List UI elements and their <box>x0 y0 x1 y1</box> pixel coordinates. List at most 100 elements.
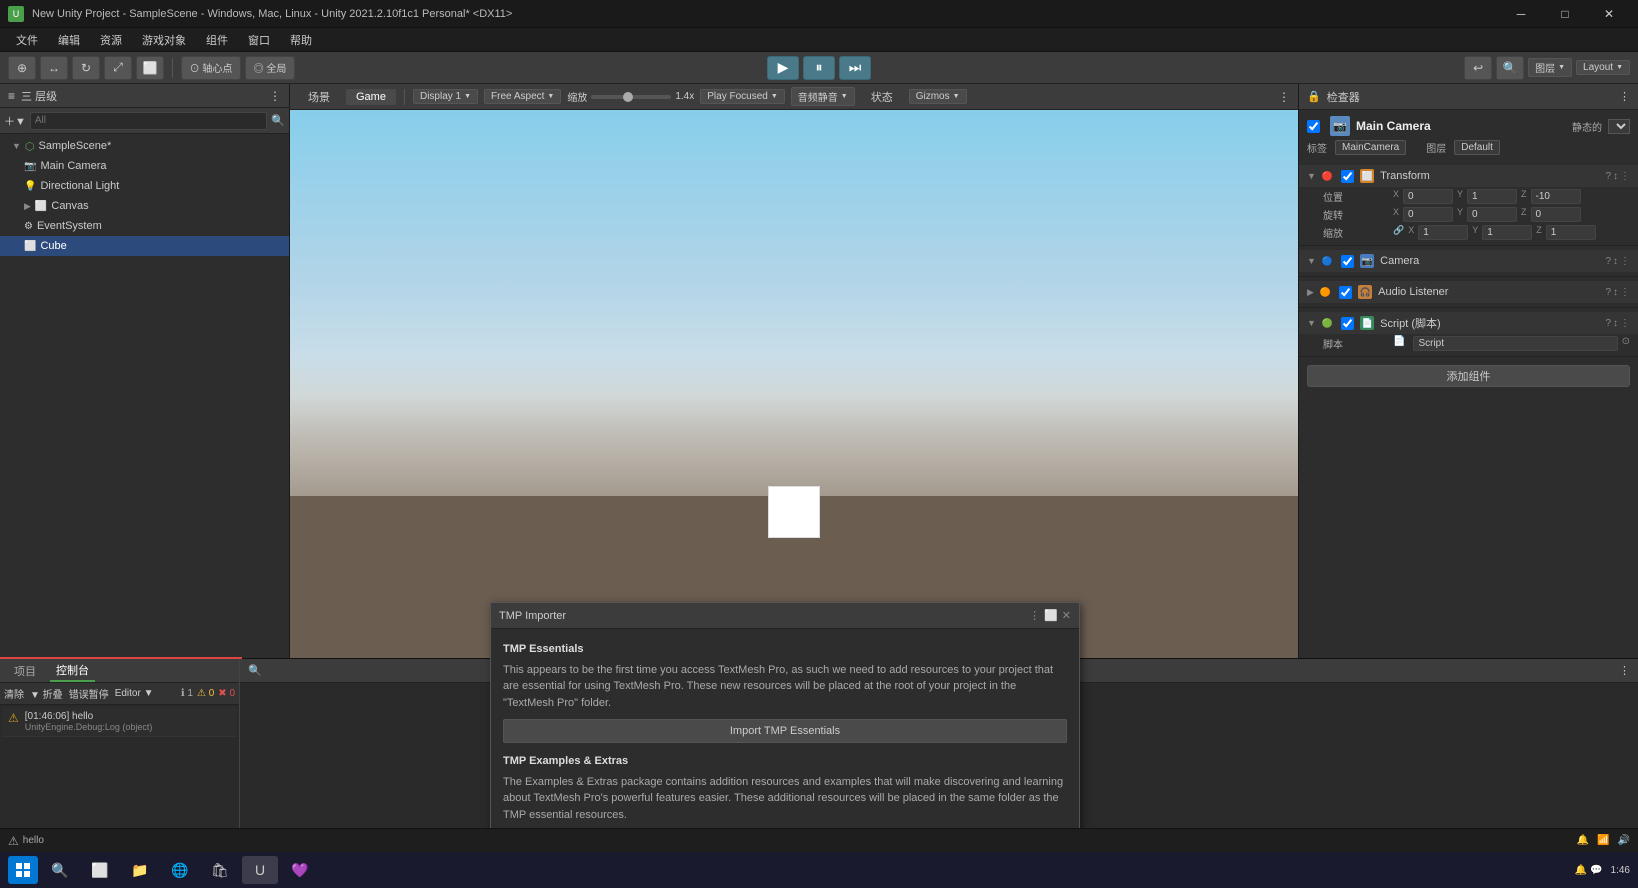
tool-rotate[interactable]: ↻ <box>72 56 100 80</box>
camera-header[interactable]: ▼ 🔵 📷 Camera ? ↕ ⋮ <box>1299 250 1638 272</box>
script-menu-icon[interactable]: ⋮ <box>1620 318 1630 329</box>
pos-x[interactable]: 0 <box>1403 189 1453 204</box>
rot-z[interactable]: 0 <box>1531 207 1581 222</box>
hier-cube[interactable]: ⬜ Cube <box>0 236 289 256</box>
add-component-button[interactable]: 添加组件 <box>1307 365 1630 387</box>
object-static-dropdown[interactable] <box>1608 119 1630 134</box>
scene-root[interactable]: ▼ ⬡ SampleScene* <box>0 136 289 156</box>
hier-eventsystem[interactable]: ⚙ EventSystem <box>0 216 289 236</box>
taskbar-unity[interactable]: U <box>242 856 278 884</box>
taskbar-taskview[interactable]: ⬜ <box>82 856 118 884</box>
layer-dropdown[interactable]: Default <box>1454 140 1500 155</box>
console-collapse-btn[interactable]: ▼ 折叠 <box>30 686 63 701</box>
tool-global[interactable]: ◎ 全局 <box>245 56 295 80</box>
minimize-button[interactable]: ─ <box>1500 0 1542 28</box>
pos-y[interactable]: 1 <box>1467 189 1517 204</box>
hierarchy-search-icon[interactable]: 🔍 <box>271 114 285 127</box>
menu-assets[interactable]: 资源 <box>92 30 130 50</box>
script-move-icon[interactable]: ↕ <box>1613 318 1618 329</box>
play-button[interactable]: ▶ <box>767 56 799 80</box>
menu-edit[interactable]: 编辑 <box>50 30 88 50</box>
audio-move-icon[interactable]: ↕ <box>1613 287 1618 298</box>
console-tab[interactable]: 控制台 <box>50 660 95 682</box>
gizmos-dropdown[interactable]: Gizmos <box>909 89 967 104</box>
audio-enable[interactable] <box>1339 286 1352 299</box>
inspector-lock-icon[interactable]: 🔒 <box>1307 90 1321 103</box>
camera-move-icon[interactable]: ↕ <box>1613 256 1618 267</box>
audio-listener-header[interactable]: ▶ 🟠 🎧 Audio Listener ? ↕ ⋮ <box>1299 281 1638 303</box>
taskbar-explorer[interactable]: 📁 <box>122 856 158 884</box>
transform-menu-icon[interactable]: ⋮ <box>1620 171 1630 182</box>
scale-z[interactable]: 1 <box>1546 225 1596 240</box>
console-log-item[interactable]: ⚠ [01:46:06] hello UnityEngine.Debug:Log… <box>2 707 237 737</box>
transform-help-icon[interactable]: ? <box>1605 171 1611 182</box>
tool-move[interactable]: ⊕ <box>8 56 36 80</box>
script-value[interactable]: Script <box>1413 336 1617 351</box>
taskbar-icon3[interactable]: 🔊 <box>1618 835 1630 846</box>
menu-file[interactable]: 文件 <box>8 30 46 50</box>
console-clear-btn[interactable]: 清除 <box>4 686 24 701</box>
transform-header[interactable]: ▼ 🔴 ⬜ Transform ? ↕ ⋮ <box>1299 165 1638 187</box>
project-tab[interactable]: 项目 <box>8 661 42 681</box>
taskbar-icon2[interactable]: 📶 <box>1597 835 1609 846</box>
scale-slider[interactable] <box>591 95 671 99</box>
game-tab[interactable]: Game <box>346 89 396 105</box>
undo-button[interactable]: ↩ <box>1464 56 1492 80</box>
inspector-active-checkbox[interactable] <box>1307 120 1320 133</box>
camera-menu-icon[interactable]: ⋮ <box>1620 256 1630 267</box>
aspect-dropdown[interactable]: Free Aspect <box>484 89 561 104</box>
search-button[interactable]: 🔍 <box>1496 56 1524 80</box>
start-button[interactable] <box>8 856 38 884</box>
transform-enable[interactable] <box>1341 170 1354 183</box>
game-view-menu[interactable]: ⋮ <box>1278 90 1290 104</box>
scale-x[interactable]: 1 <box>1418 225 1468 240</box>
audio-menu-icon[interactable]: ⋮ <box>1620 287 1630 298</box>
camera-enable[interactable] <box>1341 255 1354 268</box>
project-search-icon[interactable]: 🔍 <box>248 664 262 677</box>
step-button[interactable]: ⏭ <box>839 56 871 80</box>
import-essentials-button[interactable]: Import TMP Essentials <box>503 719 1067 743</box>
tmp-dialog-popout-icon[interactable]: ⬜ <box>1044 609 1058 622</box>
console-editor-dropdown[interactable]: Editor ▼ <box>115 688 154 699</box>
scale-y[interactable]: 1 <box>1482 225 1532 240</box>
menu-window[interactable]: 窗口 <box>240 30 278 50</box>
pos-z[interactable]: -10 <box>1531 189 1581 204</box>
close-button[interactable]: ✕ <box>1588 0 1630 28</box>
hierarchy-search[interactable] <box>30 112 267 130</box>
tmp-dialog-options-icon[interactable]: ⋮ <box>1029 609 1040 622</box>
hier-directional-light[interactable]: 💡 Directional Light <box>0 176 289 196</box>
pause-button[interactable]: ⏸ <box>803 56 835 80</box>
layers-dropdown[interactable]: 图层 <box>1528 58 1572 77</box>
hier-main-camera[interactable]: 📷 Main Camera <box>0 156 289 176</box>
menu-help[interactable]: 帮助 <box>282 30 320 50</box>
menu-component[interactable]: 组件 <box>198 30 236 50</box>
tool-pivot[interactable]: ⊙ 轴心点 <box>181 56 241 80</box>
console-pause-on-error-btn[interactable]: 错误暂停 <box>69 686 109 701</box>
tool-rect[interactable]: ⬜ <box>136 56 164 80</box>
audio-btn[interactable]: 音频静音 <box>791 87 855 106</box>
taskbar-vs[interactable]: 💜 <box>282 856 318 884</box>
maximize-button[interactable]: □ <box>1544 0 1586 28</box>
script-header[interactable]: ▼ 🟢 📄 Script (脚本) ? ↕ ⋮ <box>1299 312 1638 334</box>
hier-canvas[interactable]: ▶ ⬜ Canvas <box>0 196 289 216</box>
rot-y[interactable]: 0 <box>1467 207 1517 222</box>
hierarchy-add-btn[interactable]: ＋▼ <box>4 113 26 129</box>
menu-gameobject[interactable]: 游戏对象 <box>134 30 194 50</box>
transform-move-icon[interactable]: ↕ <box>1613 171 1618 182</box>
taskbar-edge[interactable]: 🌐 <box>162 856 198 884</box>
camera-help-icon[interactable]: ? <box>1605 256 1611 267</box>
state-btn[interactable]: 状态 <box>861 87 903 107</box>
script-enable[interactable] <box>1341 317 1354 330</box>
layout-dropdown[interactable]: Layout <box>1576 60 1630 75</box>
taskbar-search[interactable]: 🔍 <box>42 856 78 884</box>
tool-scale[interactable]: ⤢ <box>104 56 132 80</box>
script-help-icon[interactable]: ? <box>1605 318 1611 329</box>
tag-dropdown[interactable]: MainCamera <box>1335 140 1406 155</box>
rot-x[interactable]: 0 <box>1403 207 1453 222</box>
display-dropdown[interactable]: Display 1 <box>413 89 478 104</box>
taskbar-store[interactable]: 🛍 <box>202 856 238 884</box>
inspector-menu-btn[interactable]: ⋮ <box>1619 90 1630 103</box>
audio-help-icon[interactable]: ? <box>1605 287 1611 298</box>
scene-tab[interactable]: 场景 <box>298 87 340 107</box>
project-menu-btn[interactable]: ⋮ <box>1619 664 1630 677</box>
